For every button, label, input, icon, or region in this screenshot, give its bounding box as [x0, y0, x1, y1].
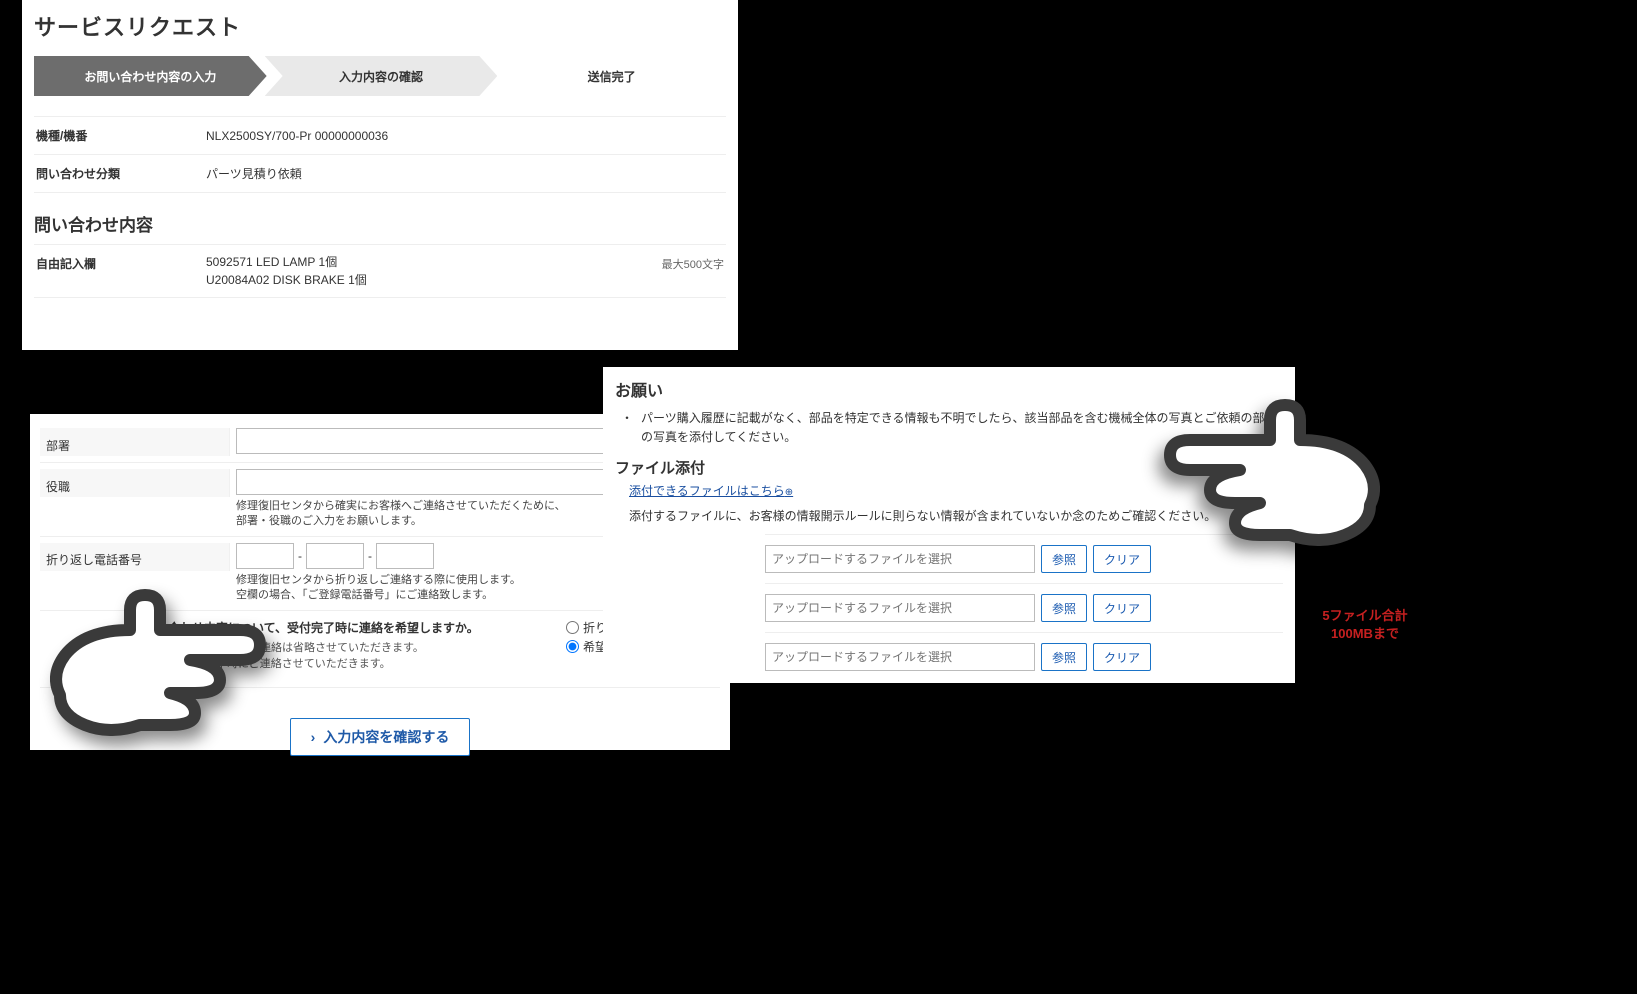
- attachment-note: 添付するファイルに、お客様の情報開示ルールに則らない情報が含まれていないか念のた…: [629, 507, 1283, 524]
- wizard-steps: お問い合わせ内容の入力 入力内容の確認 送信完了: [34, 56, 726, 96]
- step-done[interactable]: 送信完了: [495, 56, 728, 96]
- step-input[interactable]: お問い合わせ内容の入力: [34, 56, 267, 96]
- page-title: サービスリクエスト: [34, 10, 726, 42]
- browse-button-1[interactable]: 参照: [1041, 545, 1087, 573]
- free-text-label: 自由記入欄: [36, 253, 206, 272]
- callback-note-1: い」を選択された場合、受付時のご連絡は省略させていただきます。: [84, 640, 536, 657]
- upload-row-3: 参照 クリア: [765, 632, 1283, 681]
- position-label: 役職: [40, 469, 230, 497]
- tel-input-3[interactable]: [376, 543, 434, 569]
- callback-note-2: 時や部品発送時など対応完了時にご連絡させていただきます。: [84, 656, 536, 673]
- bullet-dot-icon: ・: [621, 409, 633, 447]
- dash-2: -: [368, 549, 372, 563]
- tel-label: 折り返し電話番号: [40, 543, 230, 571]
- row-category: 問い合わせ分類 パーツ見積り依頼: [34, 154, 726, 193]
- attachment-title: ファイル添付: [615, 457, 1283, 478]
- free-text-limit: 最大500文字: [624, 253, 724, 272]
- step-confirm[interactable]: 入力内容の確認: [265, 56, 498, 96]
- service-request-panel: サービスリクエスト お問い合わせ内容の入力 入力内容の確認 送信完了 機種/機番…: [22, 0, 738, 350]
- inquiry-section-title: 問い合わせ内容: [34, 211, 726, 236]
- confirm-button[interactable]: › 入力内容を確認する: [290, 718, 470, 756]
- model-label: 機種/機番: [36, 127, 206, 144]
- clear-button-3[interactable]: クリア: [1093, 643, 1151, 671]
- attachment-panel: お願い ・ パーツ購入履歴に記載がなく、部品を特定できる情報も不明でしたら、該当…: [603, 367, 1295, 683]
- request-title: お願い: [615, 377, 1283, 401]
- free-text-value: 5092571 LED LAMP 1個 U20084A02 DISK BRAKE…: [206, 253, 624, 289]
- attachment-help-link[interactable]: 添付できるファイルはこちら⊕: [629, 482, 793, 499]
- request-bullet: ・ パーツ購入履歴に記載がなく、部品を特定できる情報も不明でしたら、該当部品を含…: [615, 409, 1283, 447]
- callback-question: 問い合わせ内容について、受付完了時に連絡を希望しますか。: [144, 619, 536, 636]
- browse-button-3[interactable]: 参照: [1041, 643, 1087, 671]
- clear-button-2[interactable]: クリア: [1093, 594, 1151, 622]
- callback-radio-no[interactable]: [566, 640, 579, 653]
- tel-input-2[interactable]: [306, 543, 364, 569]
- category-value: パーツ見積り依頼: [206, 165, 724, 182]
- model-value: NLX2500SY/700-Pr 00000000036: [206, 129, 724, 143]
- upload-filename-1[interactable]: [765, 545, 1035, 573]
- upload-row-1: 参照 クリア: [765, 534, 1283, 583]
- upload-filename-2[interactable]: [765, 594, 1035, 622]
- clear-button-1[interactable]: クリア: [1093, 545, 1151, 573]
- upload-filename-3[interactable]: [765, 643, 1035, 671]
- upload-limit-note: 5ファイル合計 100MBまで: [1305, 607, 1425, 643]
- row-free-text: 自由記入欄 5092571 LED LAMP 1個 U20084A02 DISK…: [34, 244, 726, 298]
- request-bullet-text: パーツ購入履歴に記載がなく、部品を特定できる情報も不明でしたら、該当部品を含む機…: [641, 409, 1283, 447]
- row-model: 機種/機番 NLX2500SY/700-Pr 00000000036: [34, 116, 726, 154]
- dash-1: -: [298, 549, 302, 563]
- tel-input-1[interactable]: [236, 543, 294, 569]
- confirm-button-label: 入力内容を確認する: [323, 727, 449, 747]
- upload-row-2: 参照 クリア: [765, 583, 1283, 632]
- attachment-help-link-label: 添付できるファイルはこちら: [629, 484, 785, 498]
- chevron-right-icon: ›: [311, 729, 316, 745]
- department-label: 部署: [40, 428, 230, 456]
- browse-button-2[interactable]: 参照: [1041, 594, 1087, 622]
- external-link-icon: ⊕: [785, 487, 793, 498]
- callback-radio-yes[interactable]: [566, 621, 579, 634]
- category-label: 問い合わせ分類: [36, 165, 206, 182]
